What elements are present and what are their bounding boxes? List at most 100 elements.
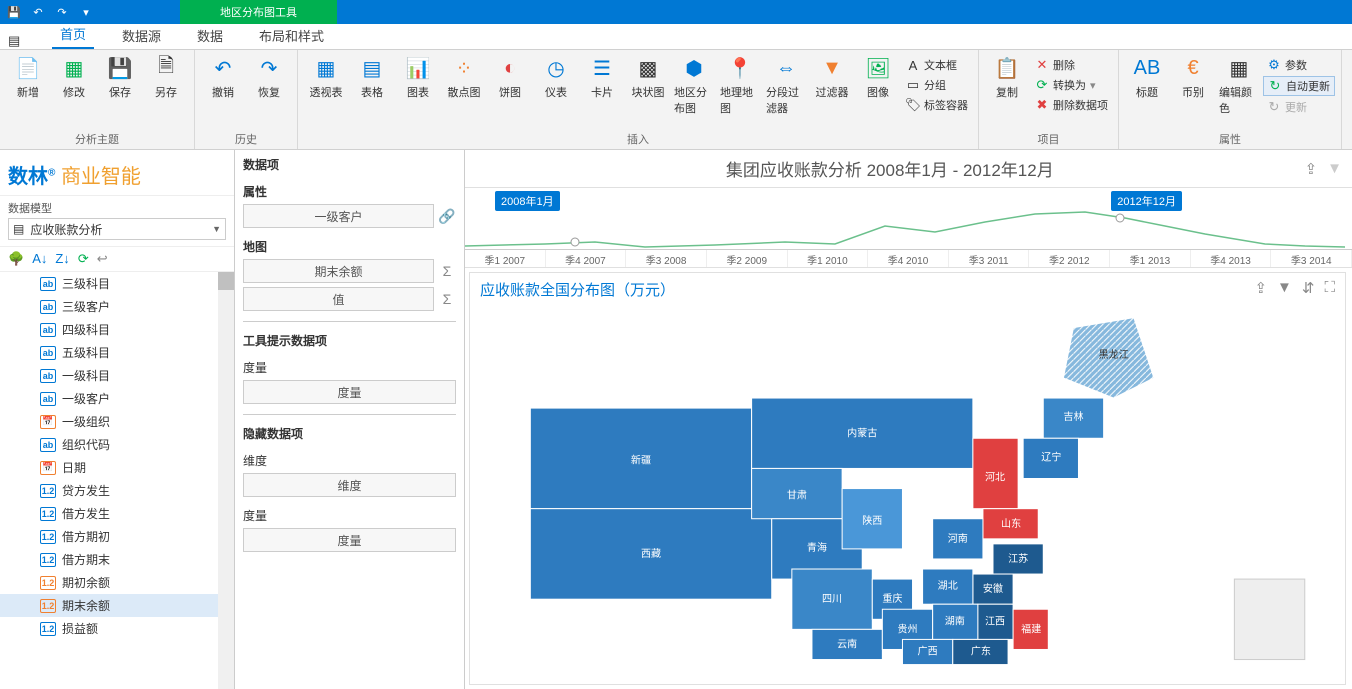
file-menu-icon[interactable]: ▤ bbox=[8, 33, 32, 49]
sort-tree-icon[interactable]: 🌳 bbox=[8, 251, 24, 267]
update-button[interactable]: ↻更新 bbox=[1263, 98, 1335, 116]
back-icon[interactable]: ↩ bbox=[97, 251, 108, 267]
copy-button[interactable]: 📋复制 bbox=[985, 54, 1029, 129]
tree-item[interactable]: 1.2期初余额 bbox=[0, 571, 234, 594]
export-icon[interactable]: ⇪ bbox=[1254, 279, 1267, 297]
tree-item[interactable]: ab三级客户 bbox=[0, 295, 234, 318]
sort-asc-icon[interactable]: A↓ bbox=[32, 251, 47, 267]
autoupdate-button[interactable]: ↻自动更新 bbox=[1263, 76, 1335, 96]
refresh-icon[interactable]: ⟳ bbox=[78, 251, 89, 267]
tree-item[interactable]: ab四级科目 bbox=[0, 318, 234, 341]
pivot-button[interactable]: ▦透视表 bbox=[304, 54, 348, 129]
timeline-tick: 季4 2010 bbox=[868, 250, 949, 267]
image-button[interactable]: 🖼图像 bbox=[856, 54, 900, 129]
range-filter[interactable]: 2008年1月 2012年12月 季1 2007季4 2007季3 2008季2… bbox=[465, 188, 1352, 268]
tree-item[interactable]: 📅日期 bbox=[0, 456, 234, 479]
hidden-dim-well[interactable]: 维度 bbox=[243, 473, 456, 497]
autoupdate-icon: ↻ bbox=[1268, 79, 1282, 93]
main: 数林® 商业智能 数据模型 ▤ 应收账款分析 ▼ 🌳 A↓ Z↓ ⟳ ↩ ab三… bbox=[0, 150, 1352, 689]
tree-item[interactable]: ab一级科目 bbox=[0, 364, 234, 387]
gauge-button[interactable]: ◷仪表 bbox=[534, 54, 578, 129]
convert-icon: ⟳ bbox=[1035, 78, 1049, 92]
filter-button[interactable]: ▼过滤器 bbox=[810, 54, 854, 129]
title-button[interactable]: AB标题 bbox=[1125, 54, 1169, 129]
deleteitem-button[interactable]: ✖删除数据项 bbox=[1031, 96, 1112, 114]
scrollbar-thumb[interactable] bbox=[218, 272, 234, 290]
undo-icon[interactable]: ↶ bbox=[28, 6, 48, 19]
save-button[interactable]: 💾保存 bbox=[98, 54, 142, 129]
labelbox-button[interactable]: 🏷标签容器 bbox=[902, 96, 972, 114]
redo-button[interactable]: ↷恢复 bbox=[247, 54, 291, 129]
tree-item[interactable]: 1.2期末余额 bbox=[0, 594, 234, 617]
qat-more-icon[interactable]: ▾ bbox=[76, 6, 96, 19]
china-map[interactable]: 黑龙江 吉林 辽宁 内蒙古 河北 山东 新疆 甘肃 青海 西藏 陕西 河南 江苏… bbox=[470, 273, 1345, 684]
map-section-label: 地图 bbox=[243, 238, 456, 255]
field-label: 期初余额 bbox=[62, 574, 110, 591]
editcolor-button[interactable]: ▦编辑颜色 bbox=[1217, 54, 1261, 129]
filter-icon[interactable]: ▼ bbox=[1277, 279, 1292, 297]
redo-icon: ↷ bbox=[257, 56, 281, 80]
grid-button[interactable]: ▤表格 bbox=[350, 54, 394, 129]
tree-item[interactable]: 1.2借方期末 bbox=[0, 548, 234, 571]
tree-item[interactable]: 1.2贷方发生 bbox=[0, 479, 234, 502]
sigma-icon[interactable]: Σ bbox=[438, 263, 456, 279]
tooltip-measure-well[interactable]: 度量 bbox=[243, 380, 456, 404]
brand-logo: 数林® 商业智能 bbox=[0, 150, 234, 196]
param-button[interactable]: ⚙参数 bbox=[1263, 56, 1335, 74]
delete-button[interactable]: ✕删除 bbox=[1031, 56, 1112, 74]
new-button[interactable]: 📄新增 bbox=[6, 54, 50, 129]
model-select[interactable]: ▤ 应收账款分析 ▼ bbox=[8, 218, 226, 240]
drill-icon[interactable]: ⇵ bbox=[1302, 279, 1315, 297]
attr-section-label: 属性 bbox=[243, 183, 456, 200]
field-label: 借方发生 bbox=[62, 505, 110, 522]
card-button[interactable]: ☰卡片 bbox=[580, 54, 624, 129]
scrollbar[interactable] bbox=[218, 272, 234, 689]
save-icon[interactable]: 💾 bbox=[4, 6, 24, 19]
tab-data[interactable]: 数据 bbox=[189, 22, 231, 49]
map-value-well[interactable]: 期末余额 bbox=[243, 259, 434, 283]
tab-layout[interactable]: 布局和样式 bbox=[251, 22, 332, 49]
tree-item[interactable]: 1.2借方期初 bbox=[0, 525, 234, 548]
tree-item[interactable]: ab组织代码 bbox=[0, 433, 234, 456]
geomap-button[interactable]: 📍地理地图 bbox=[718, 54, 762, 129]
copy-icon: 📋 bbox=[995, 56, 1019, 80]
textbox-button[interactable]: A文本框 bbox=[902, 56, 972, 74]
tree-item[interactable]: ab五级科目 bbox=[0, 341, 234, 364]
tree-item[interactable]: ab三级科目 bbox=[0, 272, 234, 295]
card-icon: ☰ bbox=[590, 56, 614, 80]
tab-datasource[interactable]: 数据源 bbox=[114, 22, 169, 49]
group-button[interactable]: ▭分组 bbox=[902, 76, 972, 94]
export-icon[interactable]: ⇪ bbox=[1305, 160, 1318, 178]
sort-desc-icon[interactable]: Z↓ bbox=[55, 251, 69, 267]
undo-button[interactable]: ↶撤销 bbox=[201, 54, 245, 129]
modify-button[interactable]: ▦修改 bbox=[52, 54, 96, 129]
sigma-icon[interactable]: Σ bbox=[438, 291, 456, 307]
rangefilter-button[interactable]: ⇔分段过滤器 bbox=[764, 54, 808, 129]
ribbon: 📄新增 ▦修改 💾保存 🗎另存 分析主题 ↶撤销 ↷恢复 历史 ▦透视表 ▤表格… bbox=[0, 50, 1352, 150]
tree-item[interactable]: 📅一级组织 bbox=[0, 410, 234, 433]
modify-icon: ▦ bbox=[62, 56, 86, 80]
timeline-tick: 季4 2013 bbox=[1191, 250, 1272, 267]
tab-home[interactable]: 首页 bbox=[52, 20, 94, 49]
tree-item[interactable]: ab一级客户 bbox=[0, 387, 234, 410]
choropleth-button[interactable]: ⬢地区分布图 bbox=[672, 54, 716, 129]
convert-button[interactable]: ⟳转换为 ▾ bbox=[1031, 76, 1112, 94]
scatter-button[interactable]: ⁘散点图 bbox=[442, 54, 486, 129]
timeline-tick: 季4 2007 bbox=[546, 250, 627, 267]
saveas-button[interactable]: 🗎另存 bbox=[144, 54, 188, 129]
map-value2-well[interactable]: 值 bbox=[243, 287, 434, 311]
hidden-measure-well[interactable]: 度量 bbox=[243, 528, 456, 552]
chart-button[interactable]: 📊图表 bbox=[396, 54, 440, 129]
link-icon[interactable]: 🔗 bbox=[438, 208, 456, 225]
treemap-button[interactable]: ▩块状图 bbox=[626, 54, 670, 129]
tree-item[interactable]: 1.2损益额 bbox=[0, 617, 234, 640]
pie-button[interactable]: ◐饼图 bbox=[488, 54, 532, 129]
attr-well[interactable]: 一级客户 bbox=[243, 204, 434, 228]
tree-item[interactable]: 1.2借方发生 bbox=[0, 502, 234, 525]
filter-icon[interactable]: ▼ bbox=[1327, 160, 1342, 178]
tree-toolbar: 🌳 A↓ Z↓ ⟳ ↩ bbox=[0, 246, 234, 272]
redo-icon[interactable]: ↷ bbox=[52, 6, 72, 19]
currency-button[interactable]: €币别 bbox=[1171, 54, 1215, 129]
fullscreen-icon[interactable]: ⛶ bbox=[1324, 279, 1335, 297]
rangefilter-icon: ⇔ bbox=[774, 56, 798, 80]
